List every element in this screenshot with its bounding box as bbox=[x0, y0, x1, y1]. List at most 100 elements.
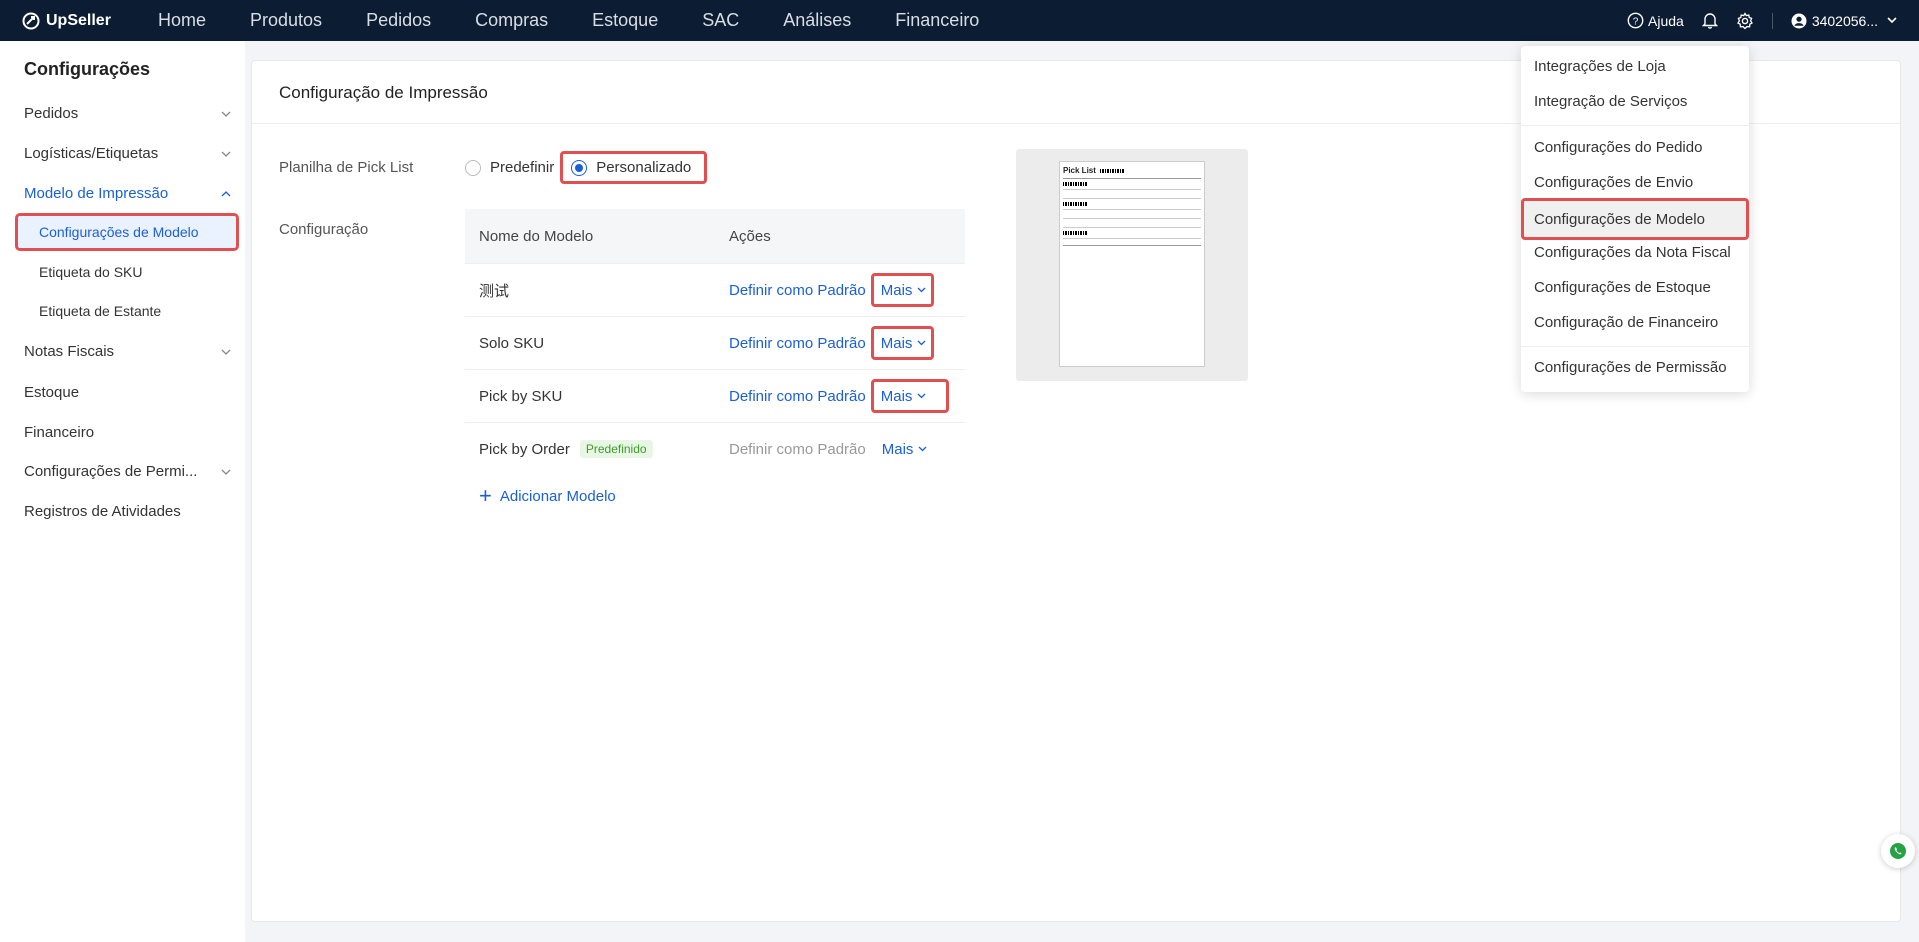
chevron-down-icon bbox=[917, 340, 926, 346]
sidebar-item-pedidos[interactable]: Pedidos bbox=[24, 105, 231, 122]
add-model-button[interactable]: + Adicionar Modelo bbox=[479, 485, 965, 507]
menu-item-config-estoque[interactable]: Configurações de Estoque bbox=[1534, 279, 1711, 296]
whatsapp-chat-button[interactable] bbox=[1881, 834, 1915, 868]
sidebar-item-label: Modelo de Impressão bbox=[24, 185, 169, 202]
more-label: Mais bbox=[880, 387, 913, 405]
sidebar-item-logisticas[interactable]: Logísticas/Etiquetas bbox=[24, 145, 231, 162]
sidebar-item-notas-fiscais[interactable]: Notas Fiscais bbox=[24, 343, 231, 360]
radio-personalizado[interactable]: Personalizado bbox=[560, 151, 708, 184]
table-row: Pick by Order Predefinido Definir como P… bbox=[465, 422, 965, 475]
pick-list-label: Planilha de Pick List bbox=[279, 159, 414, 176]
more-label: Mais bbox=[880, 281, 913, 299]
more-label: Mais bbox=[881, 440, 914, 458]
chevron-down-icon bbox=[918, 446, 927, 452]
more-dropdown-button[interactable]: Mais bbox=[870, 379, 950, 413]
top-navbar: UpSeller Home Produtos Pedidos Compras E… bbox=[0, 0, 1919, 41]
page-title: Configuração de Impressão bbox=[279, 83, 488, 102]
whatsapp-icon bbox=[1890, 843, 1906, 859]
help-button[interactable]: ? Ajuda bbox=[1627, 12, 1684, 29]
set-default-link[interactable]: Definir como Padrão bbox=[729, 282, 866, 299]
chevron-up-icon bbox=[221, 190, 231, 196]
model-name: Solo SKU bbox=[479, 334, 545, 352]
pick-list-radio-group: Predefinir Personalizado bbox=[465, 151, 708, 184]
sidebar-item-label: Notas Fiscais bbox=[24, 343, 115, 360]
table-row: Solo SKU Definir como Padrão Mais bbox=[465, 316, 965, 369]
barcode-icon bbox=[1063, 182, 1087, 186]
predefined-badge: Predefinido bbox=[579, 440, 653, 458]
bell-icon bbox=[1701, 13, 1718, 29]
set-default-link[interactable]: Definir como Padrão bbox=[729, 335, 866, 352]
nav-analises[interactable]: Análises bbox=[783, 10, 851, 31]
model-name: Pick by Order bbox=[479, 440, 570, 458]
menu-item-config-modelo[interactable]: Configurações de Modelo bbox=[1521, 198, 1749, 240]
add-model-label: Adicionar Modelo bbox=[499, 487, 616, 505]
account-menu[interactable]: 3402056... bbox=[1791, 13, 1897, 29]
sidebar-subitem-etiqueta-estante[interactable]: Etiqueta de Estante bbox=[15, 292, 239, 330]
menu-item-config-envio[interactable]: Configurações de Envio bbox=[1534, 174, 1693, 191]
sidebar-title: Configurações bbox=[24, 59, 151, 79]
set-default-link-disabled: Definir como Padrão bbox=[729, 440, 866, 458]
sidebar-subitem-configuracoes-modelo[interactable]: Configurações de Modelo bbox=[15, 213, 239, 251]
sidebar-item-configuracoes-permissao[interactable]: Configurações de Permi... bbox=[24, 463, 231, 480]
help-circle-icon: ? bbox=[1627, 12, 1644, 29]
preview-line bbox=[1063, 178, 1201, 179]
preview-line bbox=[1063, 209, 1201, 210]
app-logo[interactable]: UpSeller bbox=[22, 12, 140, 30]
barcode-icon bbox=[1099, 168, 1124, 173]
sidebar-item-label: Configurações de Permi... bbox=[24, 463, 198, 480]
settings-button[interactable] bbox=[1736, 11, 1754, 30]
table-header: Nome do Modelo Ações bbox=[465, 209, 965, 263]
radio-circle-selected bbox=[571, 159, 588, 176]
nav-estoque[interactable]: Estoque bbox=[592, 10, 658, 31]
chevron-down-icon bbox=[221, 111, 231, 117]
sidebar-item-registros[interactable]: Registros de Atividades bbox=[24, 503, 231, 520]
divider bbox=[1771, 12, 1773, 29]
user-avatar-icon bbox=[1791, 13, 1807, 28]
barcode-icon bbox=[1063, 202, 1087, 206]
sidebar-subitem-etiqueta-sku[interactable]: Etiqueta do SKU bbox=[15, 253, 239, 291]
menu-item-config-permissao[interactable]: Configurações de Permissão bbox=[1534, 359, 1727, 376]
models-table: Nome do Modelo Ações 测试 Definir como Pad… bbox=[465, 209, 965, 507]
preview-line bbox=[1063, 227, 1201, 228]
config-label: Configuração bbox=[279, 221, 369, 238]
chevron-down-icon bbox=[221, 349, 231, 355]
help-label: Ajuda bbox=[1648, 12, 1684, 29]
nav-produtos[interactable]: Produtos bbox=[250, 10, 322, 31]
plus-icon: + bbox=[479, 483, 492, 508]
radio-predefinir[interactable]: Predefinir bbox=[465, 159, 554, 176]
more-dropdown-button[interactable]: Mais bbox=[870, 273, 935, 307]
preview-title: Pick List bbox=[1063, 166, 1201, 175]
sidebar-item-estoque[interactable]: Estoque bbox=[24, 384, 231, 401]
menu-item-config-financeiro[interactable]: Configuração de Financeiro bbox=[1534, 314, 1718, 331]
nav-financeiro[interactable]: Financeiro bbox=[895, 10, 979, 31]
table-row: 测试 Definir como Padrão Mais bbox=[465, 263, 965, 316]
svg-text:?: ? bbox=[1633, 16, 1639, 27]
more-dropdown-button[interactable]: Mais bbox=[877, 432, 933, 466]
sidebar-item-financeiro[interactable]: Financeiro bbox=[24, 424, 231, 441]
sidebar-item-label: Estoque bbox=[24, 384, 80, 401]
set-default-link[interactable]: Definir como Padrão bbox=[729, 388, 866, 405]
notifications-button[interactable] bbox=[1701, 12, 1718, 29]
app-name: UpSeller bbox=[46, 11, 111, 29]
more-dropdown-button[interactable]: Mais bbox=[870, 326, 935, 360]
sidebar-item-label: Pedidos bbox=[24, 105, 79, 122]
preview-line bbox=[1063, 238, 1201, 239]
nav-sac[interactable]: SAC bbox=[702, 10, 739, 31]
pick-list-preview: Pick List bbox=[1016, 149, 1248, 381]
more-label: Mais bbox=[880, 334, 913, 352]
chevron-down-icon bbox=[917, 393, 926, 399]
column-header-actions: Ações bbox=[729, 227, 771, 245]
preview-document: Pick List bbox=[1059, 161, 1205, 367]
top-right-tools: ? Ajuda 3402056... bbox=[1609, 0, 1897, 41]
menu-item-integracoes-loja[interactable]: Integrações de Loja bbox=[1534, 58, 1666, 75]
nav-pedidos[interactable]: Pedidos bbox=[366, 10, 431, 31]
model-name: Pick by SKU bbox=[479, 387, 563, 405]
sidebar-item-modelo-impressao[interactable]: Modelo de Impressão bbox=[24, 185, 231, 202]
table-row: Pick by SKU Definir como Padrão Mais bbox=[465, 369, 965, 422]
menu-item-config-nota-fiscal[interactable]: Configurações da Nota Fiscal bbox=[1534, 244, 1731, 261]
nav-home[interactable]: Home bbox=[158, 10, 206, 31]
menu-item-integracao-servicos[interactable]: Integração de Serviços bbox=[1534, 93, 1687, 110]
nav-compras[interactable]: Compras bbox=[475, 10, 548, 31]
settings-dropdown-menu: Integrações de Loja Integração de Serviç… bbox=[1521, 46, 1749, 392]
menu-item-config-pedido[interactable]: Configurações do Pedido bbox=[1534, 139, 1702, 156]
